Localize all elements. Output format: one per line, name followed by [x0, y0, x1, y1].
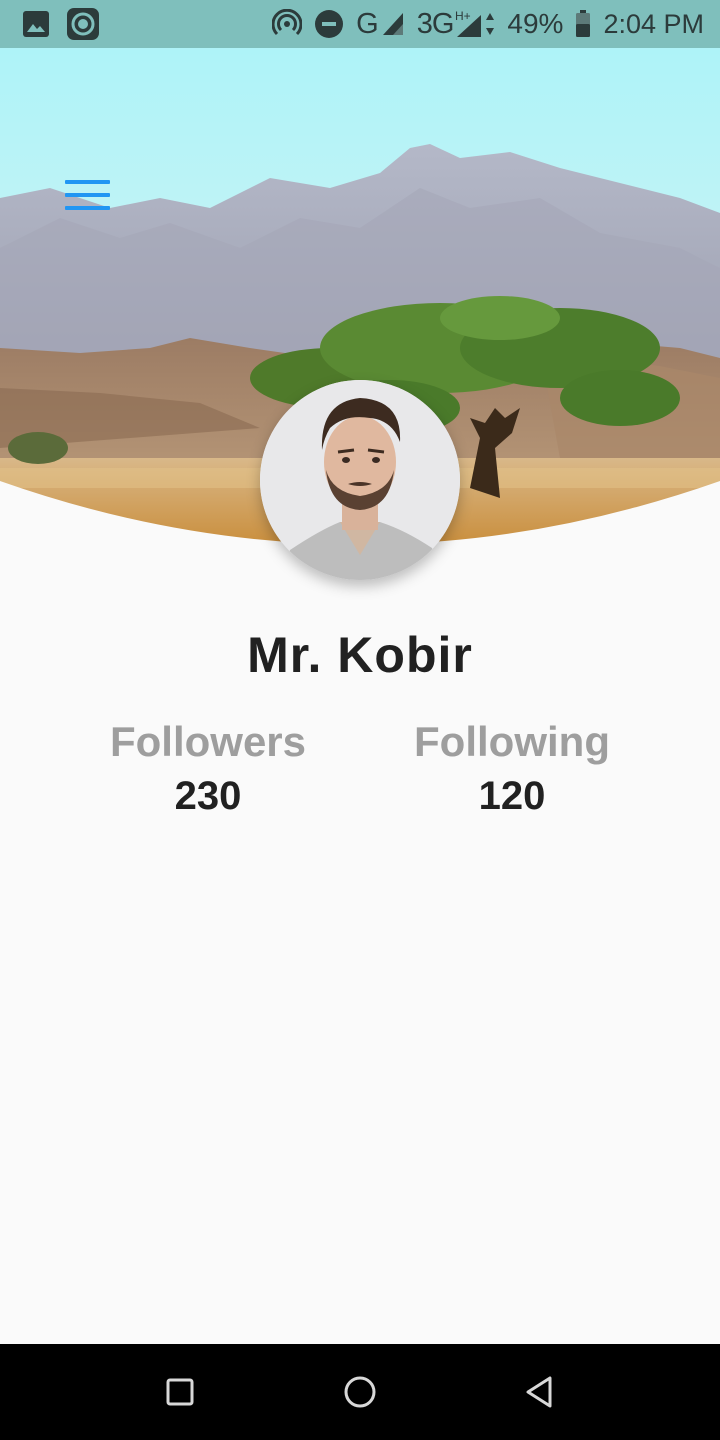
followers-count: 230 — [174, 774, 242, 818]
record-icon — [66, 7, 100, 41]
clock-time: 2:04 PM — [603, 8, 704, 39]
network-type-label-2: 3G — [416, 7, 455, 40]
home-circle-icon[interactable] — [340, 1372, 380, 1412]
battery-percent: 49% — [507, 8, 564, 39]
hamburger-menu-icon[interactable] — [62, 176, 114, 216]
do-not-disturb-icon — [314, 9, 344, 39]
status-bar: G 3G H+ 49% 2:04 PM — [0, 0, 720, 48]
following-label: Following — [414, 718, 610, 765]
followers-stat[interactable]: Followers 230 — [78, 716, 338, 824]
battery-icon — [575, 10, 591, 38]
data-arrows-icon — [485, 12, 495, 36]
followers-label: Followers — [109, 718, 307, 765]
recents-square-icon[interactable] — [160, 1372, 200, 1412]
image-icon — [22, 10, 50, 38]
following-count: 120 — [478, 774, 546, 818]
back-triangle-icon[interactable] — [520, 1372, 560, 1412]
following-stat[interactable]: Following 120 — [382, 716, 642, 824]
network-type-label: G — [356, 7, 379, 40]
profile-name: Mr. Kobir — [247, 627, 473, 683]
hotspot-icon — [272, 9, 303, 39]
signal-icon-2: H+ — [455, 9, 483, 39]
navigation-bar — [0, 1344, 720, 1440]
signal-icon — [381, 11, 405, 37]
svg-text:H+: H+ — [455, 9, 471, 23]
avatar[interactable] — [260, 380, 460, 580]
